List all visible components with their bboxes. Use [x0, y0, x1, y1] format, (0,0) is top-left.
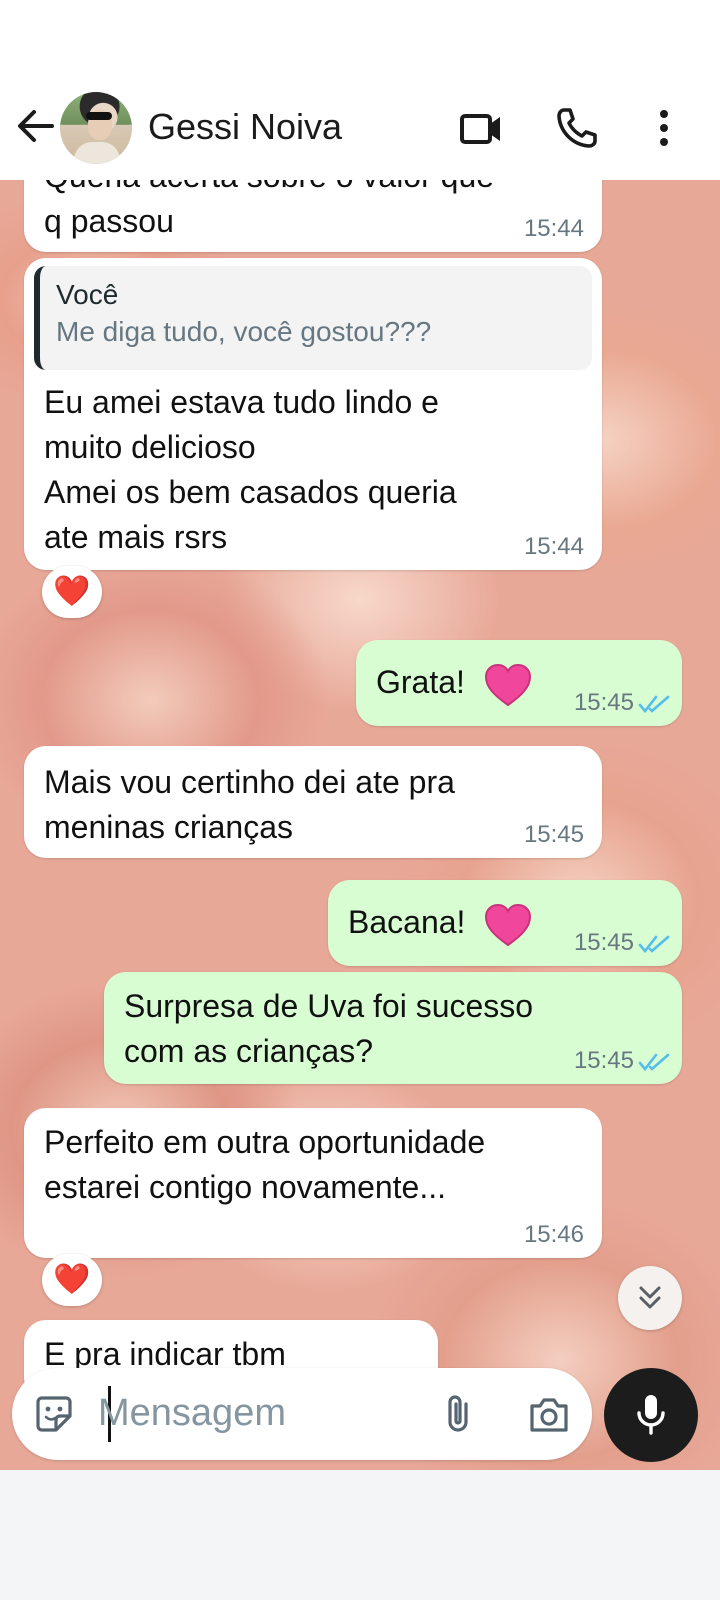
message-text: Queria acerta sobre o valor que q passou [44, 180, 494, 239]
message-time: 15:44 [523, 533, 584, 560]
attach-icon[interactable] [438, 1392, 478, 1436]
message-text: Perfeito em outra oportunidade estarei c… [44, 1124, 486, 1205]
voice-message-button[interactable] [604, 1368, 698, 1462]
video-call-icon[interactable] [458, 104, 506, 152]
sticker-icon[interactable] [32, 1392, 76, 1436]
reaction-badge[interactable]: ❤️ [42, 566, 102, 618]
read-ticks-icon [638, 1053, 670, 1072]
chat-area[interactable]: Queria acerta sobre o valor que q passou… [0, 180, 720, 1500]
message-outgoing[interactable]: Grata! 15:45 [356, 640, 682, 726]
message-outgoing[interactable]: Bacana! 15:45 [328, 880, 682, 966]
scroll-to-bottom-button[interactable] [618, 1266, 682, 1330]
voice-call-icon[interactable] [554, 104, 602, 152]
message-text: Eu amei estava tudo lindo e muito delici… [44, 384, 457, 555]
message-incoming[interactable]: Queria acerta sobre o valor que q passou… [24, 180, 602, 252]
mic-icon [637, 1395, 665, 1435]
pink-heart-icon [484, 663, 531, 706]
message-time: 15:45 [573, 1047, 634, 1074]
message-input[interactable]: Mensagem [98, 1390, 286, 1436]
pink-heart-icon [485, 903, 532, 946]
message-text: Bacana! [348, 904, 466, 940]
heart-reaction-icon: ❤️ [53, 1263, 91, 1296]
read-ticks-icon [638, 935, 670, 954]
more-options-icon[interactable] [640, 104, 688, 152]
message-time: 15:46 [523, 1221, 584, 1248]
quote-author: Você [56, 279, 119, 310]
chat-header: Gessi Noiva [0, 80, 720, 180]
quoted-message[interactable]: Você Me diga tudo, você gostou??? [34, 266, 592, 370]
message-incoming[interactable]: Você Me diga tudo, você gostou??? Eu ame… [24, 258, 602, 570]
message-time: 15:45 [573, 929, 634, 956]
quote-text: Me diga tudo, você gostou??? [56, 316, 432, 347]
message-time: 15:45 [523, 821, 584, 848]
heart-reaction-icon: ❤️ [53, 575, 91, 608]
message-outgoing[interactable]: Surpresa de Uva foi sucesso com as crian… [104, 972, 682, 1084]
message-incoming[interactable]: Perfeito em outra oportunidade estarei c… [24, 1108, 602, 1258]
message-composer[interactable]: Mensagem [12, 1368, 592, 1460]
back-arrow-icon[interactable] [14, 104, 58, 148]
message-time: 15:44 [523, 215, 584, 242]
navigation-bar-area [0, 1470, 720, 1600]
message-text: Mais vou certinho dei ate pra meninas cr… [44, 764, 455, 845]
message-incoming[interactable]: Mais vou certinho dei ate pra meninas cr… [24, 746, 602, 858]
message-text: Grata! [376, 664, 465, 700]
camera-icon[interactable] [526, 1392, 572, 1436]
reaction-badge[interactable]: ❤️ [42, 1254, 102, 1306]
status-bar [0, 0, 720, 80]
read-ticks-icon [638, 695, 670, 714]
contact-name[interactable]: Gessi Noiva [148, 106, 342, 148]
avatar[interactable] [60, 92, 132, 164]
message-time: 15:45 [573, 689, 634, 716]
double-chevron-down-icon [639, 1286, 661, 1309]
